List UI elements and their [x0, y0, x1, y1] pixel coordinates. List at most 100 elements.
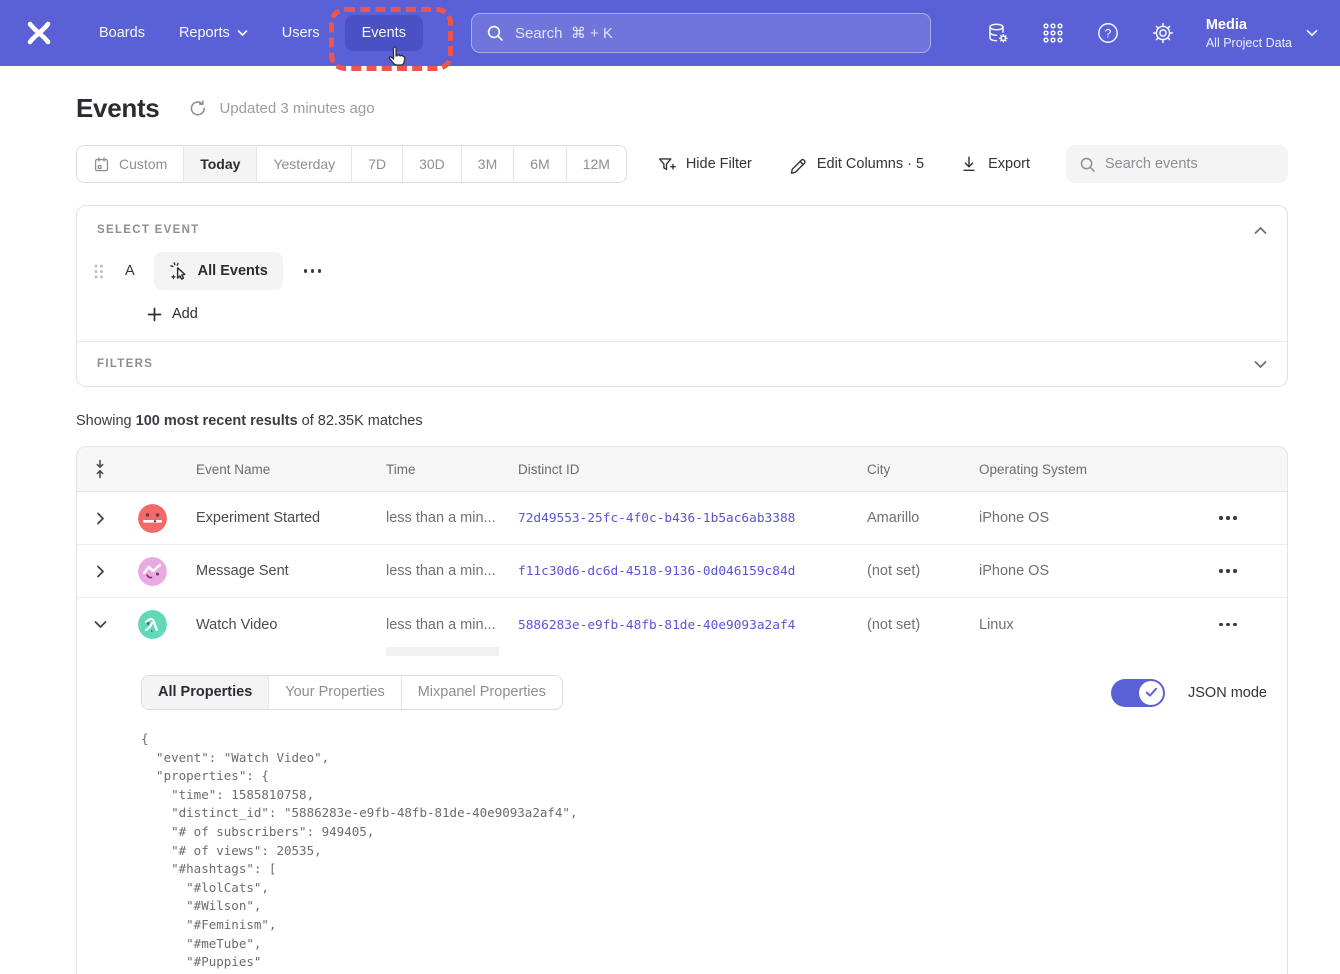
- events-nav-wrapper: Events: [345, 15, 423, 51]
- all-events-label: All Events: [198, 263, 268, 279]
- edit-columns-button[interactable]: Edit Columns · 5: [788, 155, 924, 174]
- distinct-id-link[interactable]: 5886283e-e9fb-48fb-81de-40e9093a2af4: [518, 618, 795, 633]
- add-label: Add: [172, 306, 198, 322]
- hand-cursor-icon: [385, 45, 408, 72]
- check-icon: [1145, 687, 1158, 698]
- row-more-button[interactable]: [1217, 617, 1239, 633]
- sort-header-cell[interactable]: [77, 459, 123, 479]
- date-range-label: Yesterday: [273, 146, 335, 182]
- date-range-6m[interactable]: 6M: [513, 146, 565, 182]
- event-detail-panel: All Properties Your Properties Mixpanel …: [77, 651, 1287, 974]
- mixpanel-logo-icon[interactable]: [22, 16, 56, 50]
- global-search[interactable]: [471, 13, 931, 53]
- nav-item-label: Users: [282, 25, 320, 41]
- distinct-id-link[interactable]: 72d49553-25fc-4f0c-b436-1b5ac6ab3388: [518, 511, 795, 526]
- download-icon: [960, 155, 978, 173]
- date-range-12m[interactable]: 12M: [566, 146, 626, 182]
- hide-filter-button[interactable]: Hide Filter: [657, 155, 752, 174]
- chevron-right-icon: [96, 512, 105, 525]
- table-row[interactable]: Experiment Started less than a min... 72…: [77, 492, 1287, 545]
- settings-gear-icon[interactable]: [1151, 21, 1175, 45]
- svg-text:?: ?: [1105, 26, 1112, 40]
- search-events[interactable]: [1066, 145, 1288, 183]
- date-range-group: Custom Today Yesterday 7D 30D 3M 6M 12M: [76, 145, 627, 183]
- column-header-distinct-id[interactable]: Distinct ID: [518, 462, 867, 477]
- date-range-label: 12M: [583, 146, 610, 182]
- os-cell: iPhone OS: [979, 563, 1169, 579]
- collapse-chevron-up-icon[interactable]: [1254, 226, 1267, 235]
- drag-handle-icon[interactable]: [93, 263, 104, 280]
- expand-chevron-down-icon[interactable]: [1254, 360, 1267, 369]
- expand-row-button[interactable]: [77, 512, 123, 525]
- refresh-icon: [189, 100, 207, 118]
- date-range-label: Today: [200, 146, 240, 182]
- nav-item-reports[interactable]: Reports: [162, 15, 265, 51]
- expand-row-button[interactable]: [77, 565, 123, 578]
- column-header-event-name[interactable]: Event Name: [196, 462, 386, 477]
- event-avatar: [138, 610, 167, 639]
- nav-right-cluster: ? Media All Project Data: [986, 16, 1318, 51]
- city-cell: (not set): [867, 563, 979, 579]
- help-icon[interactable]: ?: [1096, 21, 1120, 45]
- date-range-yesterday[interactable]: Yesterday: [256, 146, 351, 182]
- event-name-cell: Experiment Started: [196, 510, 386, 526]
- data-management-icon[interactable]: [986, 21, 1010, 45]
- refresh-button[interactable]: [189, 100, 207, 118]
- json-mode-toggle[interactable]: [1111, 679, 1165, 707]
- last-updated-text: Updated 3 minutes ago: [219, 100, 374, 117]
- table-row-expanded[interactable]: Watch Video less than a min... 5886283e-…: [77, 598, 1287, 651]
- tab-mixpanel-properties[interactable]: Mixpanel Properties: [401, 676, 562, 709]
- date-range-30d[interactable]: 30D: [402, 146, 461, 182]
- chevron-down-icon: [1306, 29, 1318, 37]
- detail-toolbar: All Properties Your Properties Mixpanel …: [141, 675, 1267, 710]
- toggle-knob: [1139, 681, 1163, 705]
- date-range-label: 6M: [530, 146, 549, 182]
- events-table: Event Name Time Distinct ID City Operati…: [76, 446, 1288, 974]
- event-row-more-button[interactable]: [302, 263, 324, 279]
- tab-your-properties[interactable]: Your Properties: [268, 676, 400, 709]
- event-query-row: A All Events: [93, 252, 1287, 290]
- time-hover-bar: [386, 647, 499, 656]
- results-count: 100 most recent results: [136, 413, 298, 429]
- chevron-down-icon: [237, 29, 248, 37]
- event-row-letter: A: [125, 263, 135, 279]
- apps-grid-icon[interactable]: [1041, 21, 1065, 45]
- event-name-cell: Message Sent: [196, 563, 386, 579]
- project-selector[interactable]: Media All Project Data: [1206, 16, 1318, 51]
- nav-item-label: Reports: [179, 25, 230, 41]
- date-range-label: 3M: [478, 146, 497, 182]
- add-event-button[interactable]: Add: [147, 306, 1287, 322]
- row-more-button[interactable]: [1217, 510, 1239, 526]
- export-button[interactable]: Export: [960, 155, 1030, 173]
- date-range-today[interactable]: Today: [183, 146, 256, 182]
- nav-item-boards[interactable]: Boards: [82, 15, 162, 51]
- search-events-input[interactable]: [1105, 156, 1275, 172]
- date-range-label: 30D: [419, 146, 445, 182]
- event-json-view: { "event": "Watch Video", "properties": …: [141, 730, 1267, 974]
- distinct-id-link[interactable]: f11c30d6-dc6d-4518-9136-0d046159c84d: [518, 564, 795, 579]
- nav-item-users[interactable]: Users: [265, 15, 337, 51]
- nav-item-label: Events: [362, 25, 406, 41]
- all-events-chip[interactable]: All Events: [154, 252, 283, 290]
- filters-label: FILTERS: [97, 358, 153, 370]
- date-range-custom[interactable]: Custom: [77, 146, 183, 182]
- controls-row: Custom Today Yesterday 7D 30D 3M 6M 12M …: [76, 145, 1288, 183]
- sort-arrows-icon: [93, 459, 107, 479]
- os-cell: Linux: [979, 617, 1169, 633]
- page-header: Events Updated 3 minutes ago: [76, 93, 1288, 124]
- column-header-os[interactable]: Operating System: [979, 462, 1169, 477]
- row-more-button[interactable]: [1217, 563, 1239, 579]
- project-info: Media All Project Data: [1206, 16, 1292, 51]
- column-header-city[interactable]: City: [867, 462, 979, 477]
- collapse-row-button[interactable]: [77, 620, 123, 629]
- date-range-3m[interactable]: 3M: [461, 146, 513, 182]
- filters-section[interactable]: FILTERS: [77, 341, 1287, 386]
- table-header-row: Event Name Time Distinct ID City Operati…: [77, 447, 1287, 492]
- global-search-input[interactable]: [515, 25, 916, 42]
- column-header-time[interactable]: Time: [386, 462, 518, 477]
- date-range-7d[interactable]: 7D: [351, 146, 402, 182]
- tab-all-properties[interactable]: All Properties: [142, 676, 268, 709]
- date-range-label: 7D: [368, 146, 386, 182]
- event-avatar: [138, 557, 167, 586]
- table-row[interactable]: Message Sent less than a min... f11c30d6…: [77, 545, 1287, 598]
